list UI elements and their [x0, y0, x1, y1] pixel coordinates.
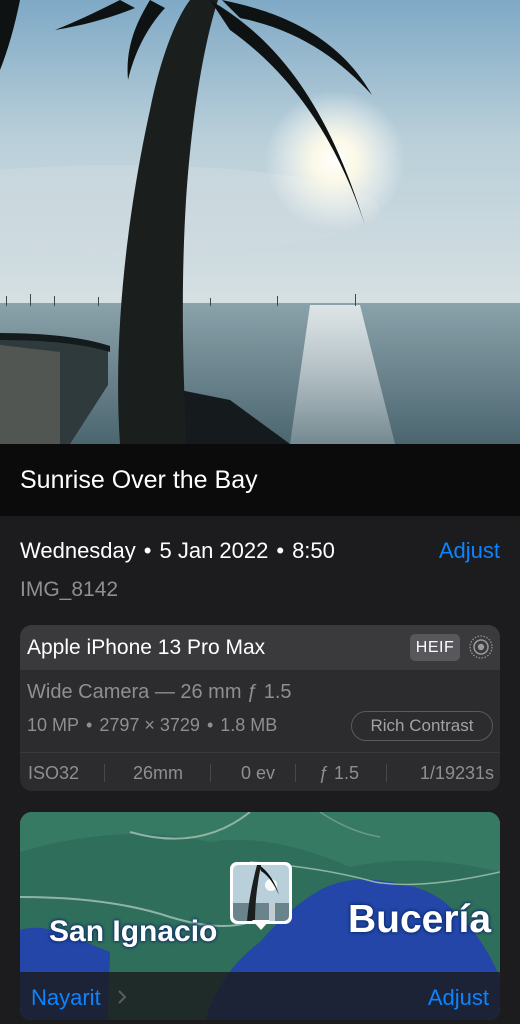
- filename: IMG_8142: [20, 578, 119, 601]
- photographic-style-badge: Rich Contrast: [351, 711, 493, 741]
- caption-bar[interactable]: Sunrise Over the Bay: [0, 444, 520, 516]
- date-value: 5 Jan 2022: [159, 538, 269, 563]
- file-size: 1.8 MB: [220, 715, 278, 735]
- camera-header: Apple iPhone 13 Pro Max HEIF: [20, 625, 500, 670]
- exif-shutter: 1/19231s: [419, 763, 494, 783]
- photo-location-pin[interactable]: [230, 862, 292, 924]
- lens-info: Wide Camera — 26 mm ƒ 1.5: [27, 681, 292, 703]
- adjust-date-button[interactable]: Adjust: [439, 538, 500, 564]
- exif-divider: [104, 764, 105, 782]
- map-footer: Nayarit Adjust: [20, 972, 500, 1020]
- region-link[interactable]: Nayarit: [31, 985, 101, 1011]
- separator: •: [143, 538, 152, 563]
- date-day: Wednesday: [20, 538, 136, 563]
- megapixels: 10 MP: [27, 715, 80, 735]
- exif-focal-length: 26mm: [132, 763, 183, 783]
- exif-aperture: ƒ 1.5: [318, 763, 360, 783]
- exif-iso: ISO32: [28, 763, 80, 783]
- live-photo-icon[interactable]: [469, 635, 493, 659]
- pin-thumbnail: [233, 865, 289, 921]
- exif-divider: [386, 764, 387, 782]
- time-value: 8:50: [292, 538, 335, 563]
- info-panel: Wednesday • 5 Jan 2022 • 8:50 Adjust IMG_814…: [0, 516, 520, 1024]
- device-name: Apple iPhone 13 Pro Max: [27, 636, 266, 659]
- format-badge: HEIF: [410, 634, 460, 661]
- pin-pointer: [252, 920, 270, 930]
- sunrise-photo: [0, 0, 520, 444]
- exif-divider: [295, 764, 296, 782]
- separator: •: [86, 715, 93, 735]
- separator: •: [206, 715, 214, 735]
- map-label: Bucería: [348, 898, 492, 941]
- exif-row: ISO32 26mm 0 ev ƒ 1.5 1/19231s: [20, 752, 500, 791]
- photo-caption[interactable]: Sunrise Over the Bay: [20, 466, 258, 495]
- image-specs: 10 MP • 2797 × 3729 • 1.8 MB: [27, 715, 277, 736]
- exif-divider: [210, 764, 211, 782]
- adjust-location-button[interactable]: Adjust: [428, 985, 489, 1011]
- location-map[interactable]: San Ignacio Bucería Nayarit Adjust: [20, 812, 500, 1020]
- photo-preview[interactable]: [0, 0, 520, 444]
- map-label: San Ignacio: [49, 915, 218, 948]
- separator: •: [276, 538, 285, 563]
- date-time: Wednesday • 5 Jan 2022 • 8:50: [20, 538, 335, 564]
- exif-exposure: 0 ev: [240, 763, 276, 783]
- resolution: 2797 × 3729: [99, 715, 200, 735]
- chevron-right-icon[interactable]: [116, 989, 128, 1005]
- camera-info-card: Apple iPhone 13 Pro Max HEIF Wide Camera…: [20, 625, 500, 791]
